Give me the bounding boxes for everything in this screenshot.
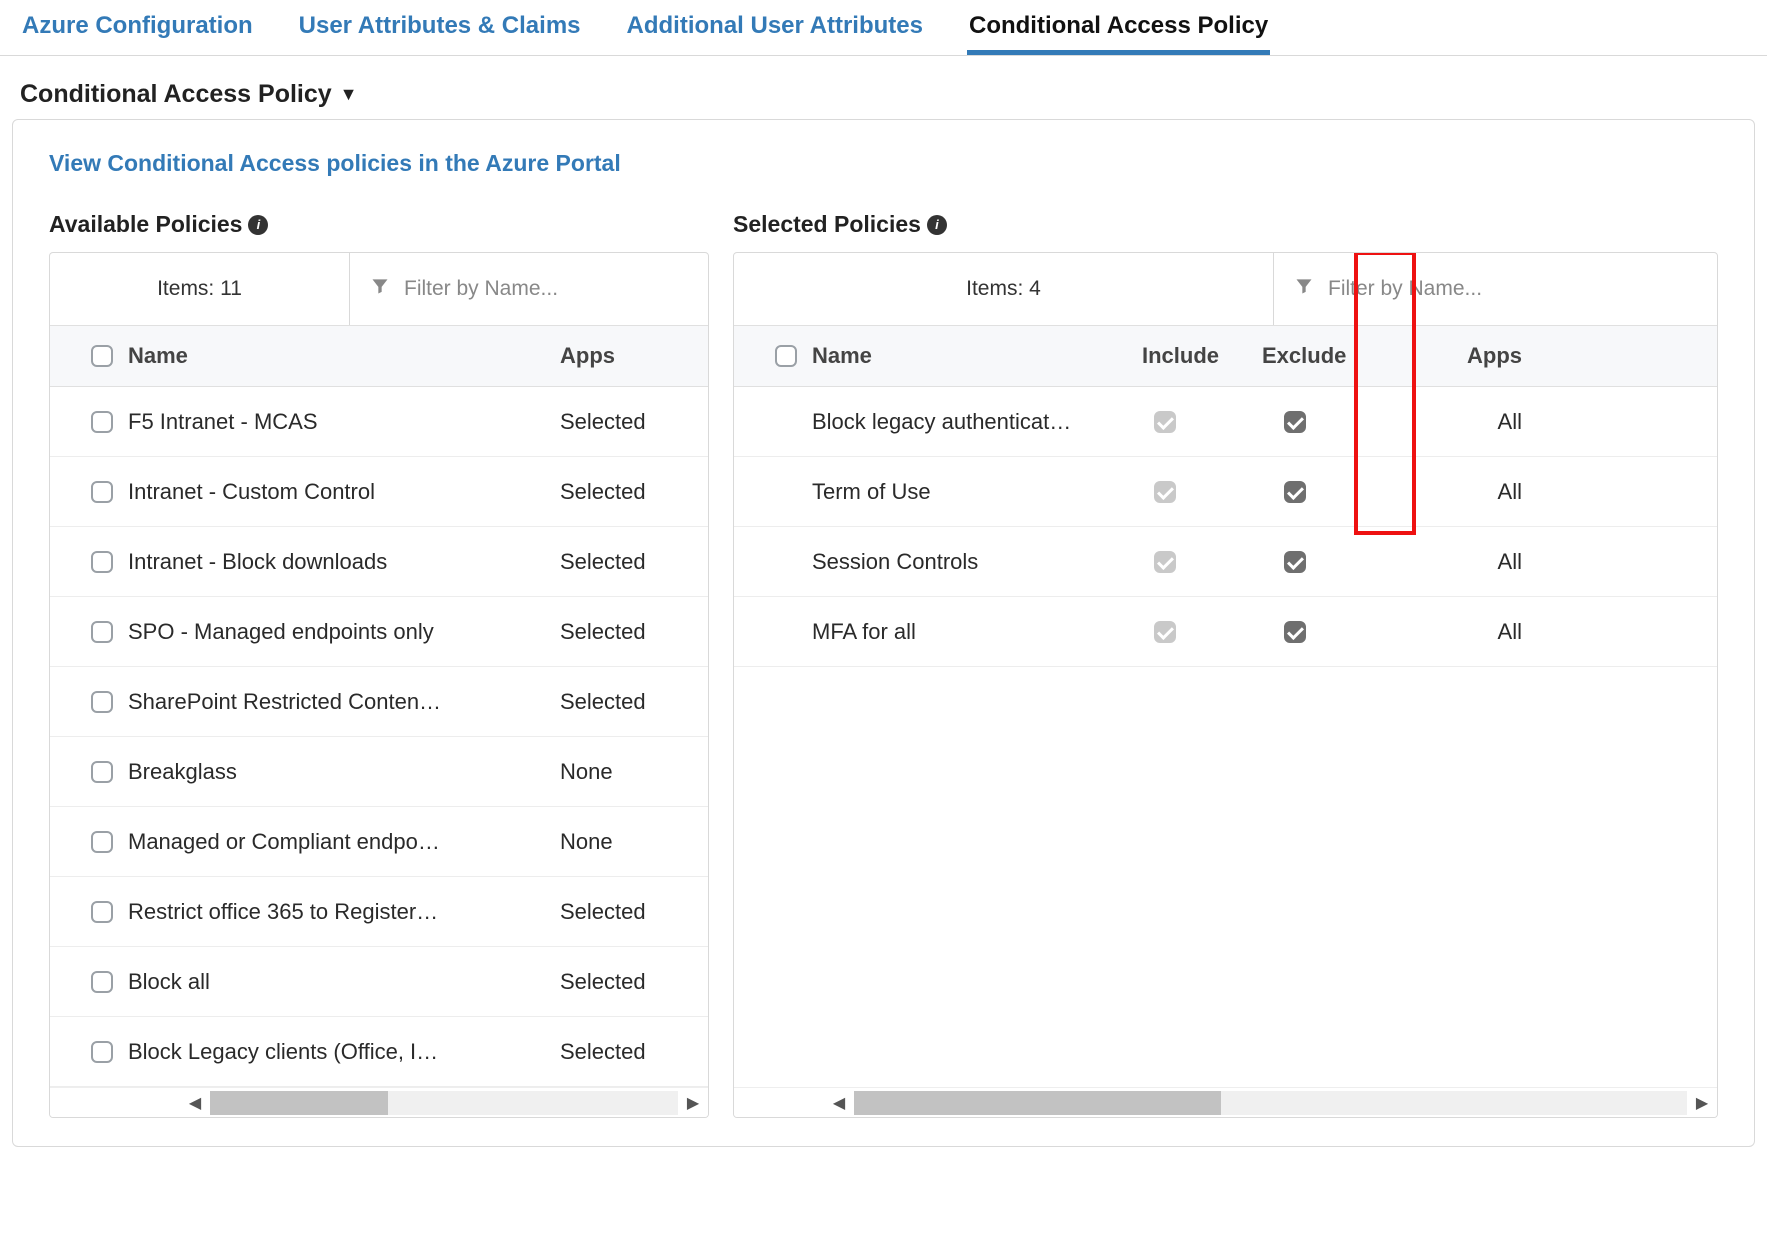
policy-apps: None — [560, 759, 680, 785]
selected-header-name[interactable]: Name — [812, 343, 1142, 369]
policy-name: MFA for all — [812, 619, 1142, 645]
policy-apps: Selected — [560, 1039, 680, 1065]
policy-apps: All — [1442, 409, 1522, 435]
section-title: Conditional Access Policy — [20, 80, 332, 109]
policy-name: F5 Intranet - MCAS — [128, 409, 560, 435]
policy-apps: Selected — [560, 479, 680, 505]
chevron-down-icon: ▼ — [340, 84, 358, 105]
tab-conditional-access-policy[interactable]: Conditional Access Policy — [967, 8, 1270, 55]
policy-name: Block Legacy clients (Office, I… — [128, 1039, 560, 1065]
table-row[interactable]: SPO - Managed endpoints onlySelected — [50, 597, 708, 667]
policy-name: Breakglass — [128, 759, 560, 785]
row-checkbox[interactable] — [91, 481, 113, 503]
available-policies-column: Available Policies i Items: 11 Name — [49, 211, 709, 1118]
row-checkbox[interactable] — [91, 1041, 113, 1063]
table-row[interactable]: Block allSelected — [50, 947, 708, 1017]
selected-policies-column: Selected Policies i Items: 4 Name — [733, 211, 1718, 1118]
selected-header-include[interactable]: Include — [1142, 343, 1262, 369]
include-checkbox — [1154, 551, 1176, 573]
row-checkbox[interactable] — [91, 551, 113, 573]
policy-name: Restrict office 365 to Register… — [128, 899, 560, 925]
table-row[interactable]: Intranet - Block downloadsSelected — [50, 527, 708, 597]
tab-azure-configuration[interactable]: Azure Configuration — [20, 8, 255, 55]
table-row[interactable]: Restrict office 365 to Register…Selected — [50, 877, 708, 947]
azure-portal-link[interactable]: View Conditional Access policies in the … — [49, 150, 621, 177]
selected-header-exclude[interactable]: Exclude — [1262, 343, 1442, 369]
row-checkbox[interactable] — [91, 831, 113, 853]
available-header-name[interactable]: Name — [128, 343, 560, 369]
available-header-apps[interactable]: Apps — [560, 343, 680, 369]
row-checkbox[interactable] — [91, 901, 113, 923]
policy-apps: Selected — [560, 969, 680, 995]
available-scroll-area[interactable]: F5 Intranet - MCASSelectedIntranet - Cus… — [50, 387, 708, 1087]
selected-select-all-checkbox[interactable] — [775, 345, 797, 367]
tab-additional-user-attributes[interactable]: Additional User Attributes — [625, 8, 925, 55]
policy-apps: Selected — [560, 619, 680, 645]
policy-name: SharePoint Restricted Conten… — [128, 689, 560, 715]
policy-name: Intranet - Block downloads — [128, 549, 560, 575]
info-icon[interactable]: i — [927, 215, 947, 235]
policy-apps: All — [1442, 549, 1522, 575]
available-items-count: Items: 11 — [50, 253, 350, 325]
policy-name: Session Controls — [812, 549, 1142, 575]
policy-apps: All — [1442, 479, 1522, 505]
available-filter-input[interactable] — [404, 277, 688, 301]
table-row[interactable]: Block legacy authenticat… All — [734, 387, 1717, 457]
selected-items-count: Items: 4 — [734, 253, 1274, 325]
policy-apps: Selected — [560, 689, 680, 715]
selected-scroll-area[interactable]: Block legacy authenticat… All Term of Use A… — [734, 387, 1717, 1087]
selected-filter-input[interactable] — [1328, 277, 1697, 301]
exclude-checkbox[interactable] — [1284, 551, 1306, 573]
table-row[interactable]: Intranet - Custom ControlSelected — [50, 457, 708, 527]
row-checkbox[interactable] — [91, 411, 113, 433]
include-checkbox — [1154, 481, 1176, 503]
include-checkbox — [1154, 621, 1176, 643]
exclude-checkbox[interactable] — [1284, 621, 1306, 643]
policy-name: Block legacy authenticat… — [812, 409, 1142, 435]
section-header[interactable]: Conditional Access Policy ▼ — [0, 56, 1767, 119]
policy-name: Term of Use — [812, 479, 1142, 505]
table-row[interactable]: Term of Use All — [734, 457, 1717, 527]
table-row[interactable]: SharePoint Restricted Conten…Selected — [50, 667, 708, 737]
tabs-bar: Azure Configuration User Attributes & Cl… — [0, 0, 1767, 56]
info-icon[interactable]: i — [248, 215, 268, 235]
policy-apps: Selected — [560, 899, 680, 925]
policy-name: Managed or Compliant endpo… — [128, 829, 560, 855]
selected-header-apps[interactable]: Apps — [1442, 343, 1522, 369]
table-row[interactable]: Block Legacy clients (Office, I…Selected — [50, 1017, 708, 1087]
table-row[interactable]: F5 Intranet - MCASSelected — [50, 387, 708, 457]
policy-apps: Selected — [560, 409, 680, 435]
policy-apps: Selected — [560, 549, 680, 575]
policy-apps: None — [560, 829, 680, 855]
selected-list-box: Items: 4 Name Include Exclude Apps — [733, 252, 1718, 1118]
policy-name: Block all — [128, 969, 560, 995]
row-checkbox[interactable] — [91, 691, 113, 713]
table-row[interactable]: MFA for all All — [734, 597, 1717, 667]
available-list-box: Items: 11 Name Apps F5 Intranet - MCASSe… — [49, 252, 709, 1118]
available-select-all-checkbox[interactable] — [91, 345, 113, 367]
row-checkbox[interactable] — [91, 621, 113, 643]
include-checkbox — [1154, 411, 1176, 433]
exclude-checkbox[interactable] — [1284, 411, 1306, 433]
filter-icon — [1294, 276, 1314, 302]
available-horizontal-scrollbar[interactable]: ◀ ▶ — [50, 1087, 708, 1117]
policy-panel: View Conditional Access policies in the … — [12, 119, 1755, 1147]
available-policies-title: Available Policies — [49, 211, 242, 238]
selected-horizontal-scrollbar[interactable]: ◀ ▶ — [734, 1087, 1717, 1117]
exclude-checkbox[interactable] — [1284, 481, 1306, 503]
table-row[interactable]: Managed or Compliant endpo…None — [50, 807, 708, 877]
row-checkbox[interactable] — [91, 971, 113, 993]
policy-apps: All — [1442, 619, 1522, 645]
policy-name: SPO - Managed endpoints only — [128, 619, 560, 645]
table-row[interactable]: BreakglassNone — [50, 737, 708, 807]
policy-name: Intranet - Custom Control — [128, 479, 560, 505]
tab-user-attributes-claims[interactable]: User Attributes & Claims — [297, 8, 583, 55]
filter-icon — [370, 276, 390, 302]
row-checkbox[interactable] — [91, 761, 113, 783]
table-row[interactable]: Session Controls All — [734, 527, 1717, 597]
